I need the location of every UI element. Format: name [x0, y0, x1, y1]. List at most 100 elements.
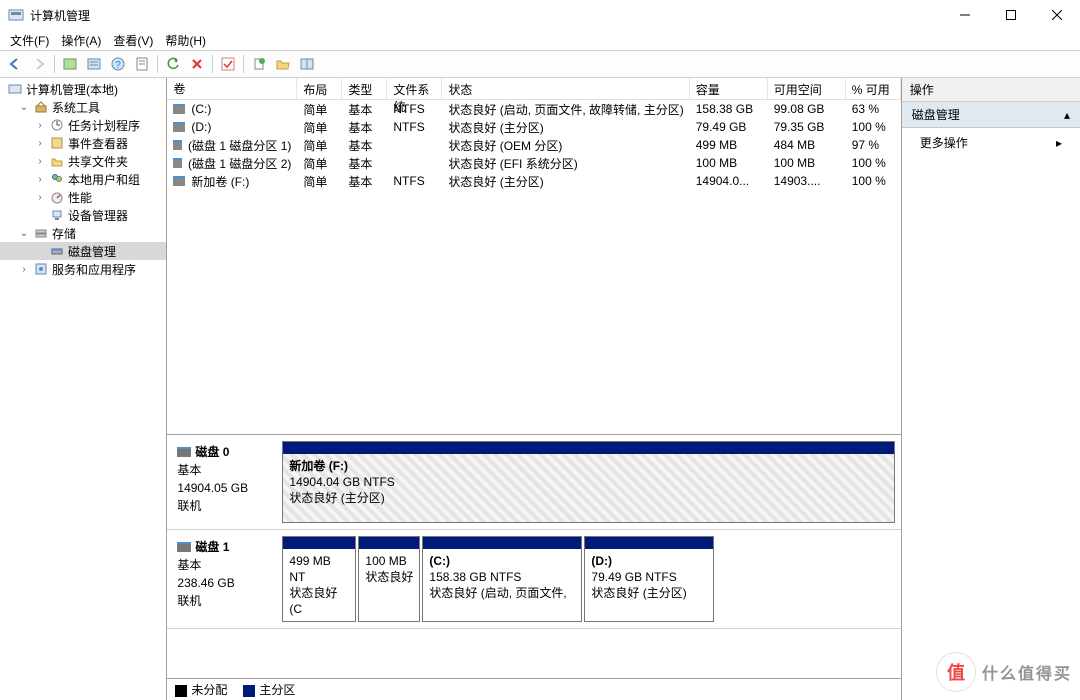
- col-type[interactable]: 类型: [342, 78, 387, 99]
- legend: 未分配 主分区: [167, 678, 900, 700]
- disk-graphical-view[interactable]: 磁盘 0基本14904.05 GB联机新加卷 (F:)14904.04 GB N…: [167, 434, 900, 679]
- volume-row[interactable]: (D:)简单基本NTFS状态良好 (主分区)79.49 GB79.35 GB10…: [167, 118, 900, 136]
- actions-context-label: 磁盘管理: [912, 106, 960, 123]
- volume-row[interactable]: (磁盘 1 磁盘分区 1)简单基本状态良好 (OEM 分区)499 MB484 …: [167, 136, 900, 154]
- actions-more-label: 更多操作: [920, 134, 968, 151]
- tree-label: 服务和应用程序: [52, 261, 136, 278]
- tree-disk-management[interactable]: ›磁盘管理: [0, 242, 166, 260]
- tree-label: 本地用户和组: [68, 171, 140, 188]
- partition[interactable]: 100 MB状态良好: [358, 536, 420, 623]
- new-button[interactable]: [248, 53, 270, 75]
- watermark-text: 什么值得买: [982, 660, 1072, 684]
- tree-label: 任务计划程序: [68, 117, 140, 134]
- minimize-button[interactable]: [942, 0, 988, 30]
- drive-icon: [173, 122, 185, 132]
- help-button[interactable]: ?: [107, 53, 129, 75]
- tree-label: 存储: [52, 225, 76, 242]
- list-button[interactable]: [296, 53, 318, 75]
- forward-button[interactable]: [28, 53, 50, 75]
- drive-icon: [173, 176, 185, 186]
- maximize-button[interactable]: [988, 0, 1034, 30]
- actions-header: 操作: [902, 78, 1080, 102]
- partition[interactable]: 新加卷 (F:)14904.04 GB NTFS状态良好 (主分区): [282, 441, 894, 523]
- expand-icon[interactable]: ›: [34, 156, 46, 167]
- tree-label: 设备管理器: [68, 207, 128, 224]
- menu-help[interactable]: 帮助(H): [159, 32, 212, 49]
- volume-row[interactable]: 新加卷 (F:)简单基本NTFS状态良好 (主分区)14904.0...1490…: [167, 172, 900, 190]
- tree-label: 系统工具: [52, 99, 100, 116]
- menu-view[interactable]: 查看(V): [107, 32, 159, 49]
- legend-primary: 主分区: [259, 683, 295, 697]
- legend-swatch-primary: [243, 685, 255, 697]
- tree-system-tools[interactable]: ⌄ 系统工具: [0, 98, 166, 116]
- app-icon: [8, 7, 24, 23]
- disk-info: 磁盘 1基本238.46 GB联机: [167, 530, 282, 629]
- disk-management-pane: 卷 布局 类型 文件系统 状态 容量 可用空间 % 可用 (C:)简单基本NTF…: [167, 78, 901, 700]
- expand-icon[interactable]: ›: [34, 138, 46, 149]
- scope-button[interactable]: [59, 53, 81, 75]
- menu-action[interactable]: 操作(A): [55, 32, 107, 49]
- tree-event-viewer[interactable]: › 事件查看器: [0, 134, 166, 152]
- tree-label: 事件查看器: [68, 135, 128, 152]
- open-button[interactable]: [272, 53, 294, 75]
- disk-row[interactable]: 磁盘 0基本14904.05 GB联机新加卷 (F:)14904.04 GB N…: [167, 435, 900, 530]
- col-pct[interactable]: % 可用: [846, 78, 901, 99]
- col-capacity[interactable]: 容量: [690, 78, 768, 99]
- tree-shared-folders[interactable]: › 共享文件夹: [0, 152, 166, 170]
- volume-row[interactable]: (磁盘 1 磁盘分区 2)简单基本状态良好 (EFI 系统分区)100 MB10…: [167, 154, 900, 172]
- menubar: 文件(F) 操作(A) 查看(V) 帮助(H): [0, 30, 1080, 50]
- col-layout[interactable]: 布局: [297, 78, 342, 99]
- drive-icon: [173, 104, 185, 114]
- tree-task-scheduler[interactable]: › 任务计划程序: [0, 116, 166, 134]
- expand-icon[interactable]: ›: [34, 192, 46, 203]
- titlebar: 计算机管理: [0, 0, 1080, 30]
- col-fs[interactable]: 文件系统: [387, 78, 442, 99]
- window-title: 计算机管理: [30, 7, 942, 24]
- partition[interactable]: (C:)158.38 GB NTFS状态良好 (启动, 页面文件,: [422, 536, 582, 623]
- partition[interactable]: (D:)79.49 GB NTFS状态良好 (主分区): [584, 536, 714, 623]
- expand-icon[interactable]: ›: [18, 264, 30, 275]
- tree-local-users[interactable]: › 本地用户和组: [0, 170, 166, 188]
- col-volume[interactable]: 卷: [167, 78, 297, 99]
- col-free[interactable]: 可用空间: [768, 78, 846, 99]
- details-button[interactable]: [83, 53, 105, 75]
- partition[interactable]: 499 MB NT状态良好 (C: [282, 536, 356, 623]
- collapse-icon[interactable]: ⌄: [18, 228, 30, 239]
- disk-info: 磁盘 0基本14904.05 GB联机: [167, 435, 282, 529]
- nav-tree[interactable]: 计算机管理(本地) ⌄ 系统工具 › 任务计划程序 › 事件查看器 › 共享文件夹 › 本…: [0, 78, 167, 700]
- tree-root[interactable]: 计算机管理(本地): [0, 80, 166, 98]
- menu-file[interactable]: 文件(F): [4, 32, 55, 49]
- tree-label: 共享文件夹: [68, 153, 128, 170]
- disk-icon: [177, 542, 191, 552]
- actions-context[interactable]: 磁盘管理 ▴: [902, 102, 1080, 128]
- delete-button[interactable]: [186, 53, 208, 75]
- legend-unalloc: 未分配: [191, 683, 227, 697]
- volume-row[interactable]: (C:)简单基本NTFS状态良好 (启动, 页面文件, 故障转储, 主分区)15…: [167, 100, 900, 118]
- collapse-icon[interactable]: ⌄: [18, 102, 30, 113]
- watermark-icon: 值: [936, 652, 976, 692]
- back-button[interactable]: [4, 53, 26, 75]
- drive-icon: [173, 140, 182, 150]
- disk-row[interactable]: 磁盘 1基本238.46 GB联机499 MB NT状态良好 (C100 MB状…: [167, 530, 900, 630]
- collapse-icon: ▴: [1064, 108, 1070, 122]
- tree-device-manager[interactable]: ›设备管理器: [0, 206, 166, 224]
- tree-services-apps[interactable]: › 服务和应用程序: [0, 260, 166, 278]
- svg-text:?: ?: [115, 60, 121, 71]
- toolbar: ?: [0, 50, 1080, 78]
- tree-root-label: 计算机管理(本地): [26, 81, 118, 98]
- expand-icon[interactable]: ›: [34, 120, 46, 131]
- close-button[interactable]: [1034, 0, 1080, 30]
- disk-icon: [177, 447, 191, 457]
- expand-icon[interactable]: ›: [34, 174, 46, 185]
- check-button[interactable]: [217, 53, 239, 75]
- refresh-button[interactable]: [162, 53, 184, 75]
- tree-storage[interactable]: ⌄ 存储: [0, 224, 166, 242]
- actions-more[interactable]: 更多操作 ▸: [902, 128, 1080, 157]
- actions-pane: 操作 磁盘管理 ▴ 更多操作 ▸: [902, 78, 1080, 700]
- properties-button[interactable]: [131, 53, 153, 75]
- col-status[interactable]: 状态: [442, 78, 689, 99]
- volume-list[interactable]: (C:)简单基本NTFS状态良好 (启动, 页面文件, 故障转储, 主分区)15…: [167, 100, 900, 190]
- tree-label: 性能: [68, 189, 92, 206]
- volume-list-header[interactable]: 卷 布局 类型 文件系统 状态 容量 可用空间 % 可用: [167, 78, 900, 100]
- tree-performance[interactable]: › 性能: [0, 188, 166, 206]
